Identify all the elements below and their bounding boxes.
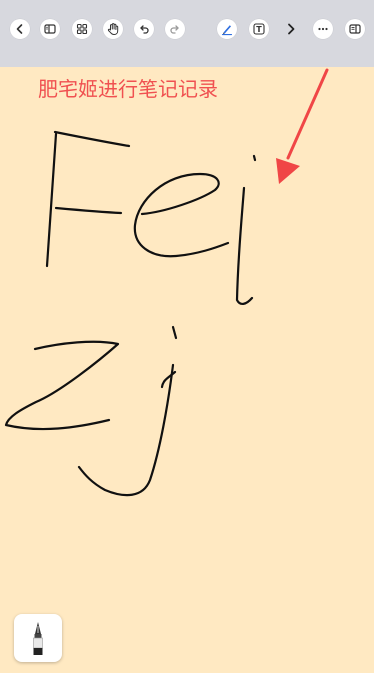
pen-tool-selector[interactable] [14,614,62,662]
annotation-arrow [276,68,329,184]
handwriting-letter-Z [4,340,120,431]
handwriting-letter-j [77,325,178,497]
fountain-pen-icon [33,622,43,655]
handwriting-letter-i [235,154,257,305]
handwriting-letter-F [45,130,131,268]
handwriting-letter-e [133,172,230,258]
drawing-canvas[interactable] [0,0,374,673]
